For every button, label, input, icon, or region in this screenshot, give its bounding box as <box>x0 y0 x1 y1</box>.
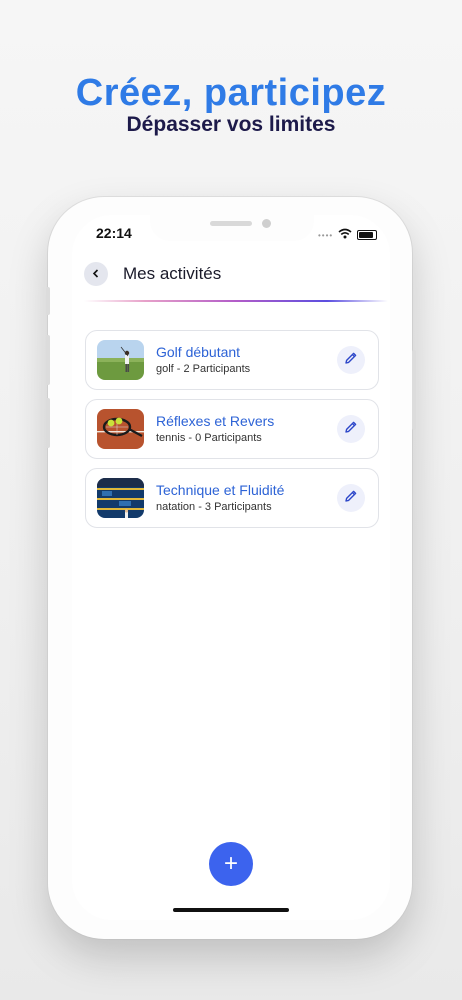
title-divider <box>84 300 388 302</box>
chevron-left-icon <box>92 265 100 283</box>
swimming-pool-photo <box>97 478 144 518</box>
edit-button[interactable] <box>337 346 365 374</box>
edit-button[interactable] <box>337 484 365 512</box>
status-time: 22:14 <box>96 225 132 241</box>
home-indicator[interactable] <box>173 908 289 912</box>
activity-subtitle: tennis - 0 Participants <box>156 432 262 444</box>
wifi-icon <box>338 226 352 244</box>
front-camera <box>262 219 271 228</box>
pencil-icon <box>344 420 358 439</box>
plus-icon: + <box>223 850 238 877</box>
phone-power-button <box>412 350 416 430</box>
edit-button[interactable] <box>337 415 365 443</box>
status-icons: •••• <box>318 226 378 244</box>
activity-card-tennis[interactable]: Réflexes et Revers tennis - 0 Participan… <box>85 399 379 459</box>
speaker-grille <box>210 221 252 226</box>
activity-title: Réflexes et Revers <box>156 413 275 429</box>
back-button[interactable] <box>84 262 108 286</box>
pencil-icon <box>344 489 358 508</box>
app-screen <box>72 215 390 920</box>
activity-title: Technique et Fluidité <box>156 482 285 498</box>
pencil-icon <box>344 351 358 370</box>
activity-subtitle: golf - 2 Participants <box>156 363 251 375</box>
phone-mute-switch <box>46 287 50 315</box>
golfer-photo <box>97 340 144 380</box>
promo-headline: Créez, participez <box>75 72 387 114</box>
promo-subheadline: Dépasser vos limites <box>126 113 336 136</box>
activity-card-swimming[interactable]: Technique et Fluidité natation - 3 Parti… <box>85 468 379 528</box>
phone-volume-down <box>46 398 50 448</box>
activity-subtitle: natation - 3 Participants <box>156 501 272 513</box>
signal-dots-icon: •••• <box>318 230 334 240</box>
activity-title: Golf débutant <box>156 344 241 360</box>
activity-card-golf[interactable]: Golf débutant golf - 2 Participants <box>85 330 379 390</box>
phone-notch <box>150 215 314 241</box>
tennis-racket-photo <box>97 409 144 449</box>
add-activity-button[interactable]: + <box>209 842 253 886</box>
phone-volume-up <box>46 335 50 385</box>
page-title: Mes activités <box>123 264 222 283</box>
battery-icon <box>357 230 378 240</box>
